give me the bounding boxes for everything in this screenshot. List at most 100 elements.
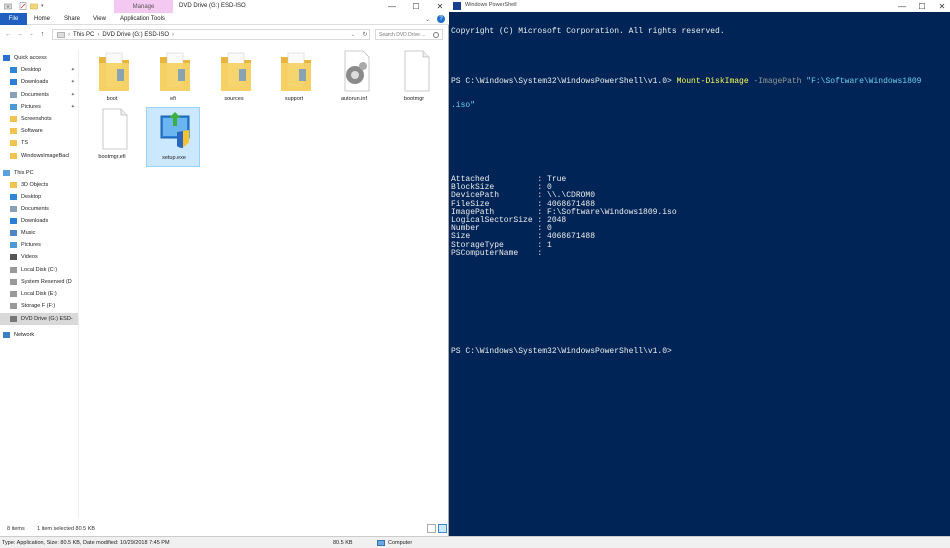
sidebar-item-software[interactable]: Software xyxy=(0,125,78,137)
folder-icon xyxy=(10,128,17,134)
sidebar-item-pictures[interactable]: Pictures xyxy=(0,239,78,251)
forward-button[interactable]: → xyxy=(15,29,24,39)
breadcrumb-dvd-drive[interactable]: DVD Drive (G:) ESD-ISO xyxy=(102,32,169,38)
sidebar-item-quick-access[interactable]: Quick access xyxy=(0,52,78,64)
sidebar-item-pictures[interactable]: Pictures ✦ xyxy=(0,101,78,113)
tab-view[interactable]: View xyxy=(93,13,106,25)
sidebar-item-system-reserved-d[interactable]: System Reserved (D xyxy=(0,276,78,288)
output-line: PSComputerName : xyxy=(451,248,543,258)
sidebar-item-desktop[interactable]: Desktop ✦ xyxy=(0,64,78,76)
recent-locations-icon[interactable]: ⌄ xyxy=(27,29,36,39)
new-folder-icon[interactable] xyxy=(30,2,38,10)
file-item-bootmgr-efi[interactable]: bootmgr.efi xyxy=(85,107,139,167)
desktop-icon xyxy=(10,67,17,73)
maximize-button[interactable]: ☐ xyxy=(404,0,428,13)
sidebar-item-windowsimagebacl[interactable]: WindowsImageBacl xyxy=(0,150,78,162)
file-list: boot efi sources support autorun.inf bootmgr b… xyxy=(79,49,449,519)
sidebar-item-screenshots[interactable]: Screenshots xyxy=(0,113,78,125)
help-icon[interactable]: ? xyxy=(437,15,445,23)
drive-icon xyxy=(10,279,17,285)
properties-icon[interactable] xyxy=(19,2,27,10)
dvd-icon xyxy=(10,316,17,322)
file-name: bootmgr.efi xyxy=(98,154,126,160)
sidebar-item-downloads[interactable]: Downloads xyxy=(0,215,78,227)
address-field[interactable]: › This PC › DVD Drive (G:) ESD-ISO › ⌄ xyxy=(52,29,370,40)
sidebar-item-label: Downloads xyxy=(21,79,49,85)
file-item-support[interactable]: support xyxy=(267,49,321,109)
sidebar-item-label: Desktop xyxy=(21,194,42,200)
command-param: -ImagePath xyxy=(748,76,807,86)
ps-close-button[interactable]: ✕ xyxy=(930,0,950,12)
status-item-count: 8 items xyxy=(7,525,25,532)
sidebar-item-label: Pictures xyxy=(21,242,41,248)
minimize-button[interactable]: — xyxy=(380,0,404,13)
search-input[interactable]: Search DVD Drive ... xyxy=(375,29,443,40)
large-icons-view-icon[interactable] xyxy=(438,524,447,533)
breadcrumb-this-pc[interactable]: This PC xyxy=(73,32,94,38)
file-item-boot[interactable]: boot xyxy=(85,49,139,109)
details-location: Computer xyxy=(388,539,413,546)
file-name: bootmgr xyxy=(403,96,425,102)
tab-application-tools[interactable]: Application Tools xyxy=(120,13,165,25)
manage-context-tab[interactable]: Manage xyxy=(114,0,173,14)
back-button[interactable]: ← xyxy=(4,29,13,39)
sidebar-item-dvd-drive-g-esd[interactable]: DVD Drive (G:) ESD- xyxy=(0,313,78,325)
sidebar-item-music[interactable]: Music xyxy=(0,227,78,239)
expand-ribbon-icon[interactable]: ⌄ xyxy=(425,16,430,23)
powershell-icon xyxy=(453,2,461,10)
qat-dropdown-icon[interactable]: ▾ xyxy=(41,3,44,9)
documents-icon xyxy=(10,92,17,98)
final-prompt: PS C:\Windows\System32\WindowsPowerShell… xyxy=(451,347,672,357)
sidebar-item-label: Pictures xyxy=(21,104,41,110)
sidebar-item-label: DVD Drive (G:) ESD- xyxy=(21,316,73,322)
breadcrumb-separator-icon: › xyxy=(97,31,100,38)
sidebar-item-desktop[interactable]: Desktop xyxy=(0,191,78,203)
sidebar-item-documents[interactable]: Documents ✦ xyxy=(0,89,78,101)
up-button[interactable]: ↑ xyxy=(38,29,47,39)
sidebar-item-local-disk-c[interactable]: Local Disk (C:) xyxy=(0,264,78,276)
settings-file-icon xyxy=(344,50,370,92)
file-item-setup-exe[interactable]: setup.exe xyxy=(146,107,200,167)
prompt: PS C:\Windows\System32\WindowsPowerShell… xyxy=(451,76,677,86)
file-item-autorun-inf[interactable]: autorun.inf xyxy=(327,49,381,109)
pin-icon: ✦ xyxy=(70,79,75,85)
file-item-sources[interactable]: sources xyxy=(207,49,261,109)
download-icon xyxy=(10,79,17,85)
sidebar-item-network[interactable]: Network xyxy=(0,329,78,341)
window-title: DVD Drive (G:) ESD-ISO xyxy=(179,3,246,9)
sidebar-item-label: Local Disk (C:) xyxy=(21,267,58,273)
folder-icon xyxy=(10,182,17,188)
computer-icon xyxy=(3,170,10,176)
sidebar-item-videos[interactable]: Videos xyxy=(0,251,78,263)
refresh-icon[interactable]: ↻ xyxy=(360,29,370,40)
music-icon xyxy=(10,230,17,236)
explorer-titlebar: ▾ Manage DVD Drive (G:) ESD-ISO — ☐ ✕ xyxy=(0,0,449,14)
file-name: sources xyxy=(224,96,244,102)
tab-file[interactable]: File xyxy=(0,13,27,25)
address-dropdown-icon[interactable]: ⌄ xyxy=(351,32,355,38)
powershell-console[interactable]: Copyright (C) Microsoft Corporation. All… xyxy=(451,12,950,373)
sidebar-item-label: This PC xyxy=(14,170,34,176)
pictures-icon xyxy=(10,242,17,248)
sidebar-item-label: System Reserved (D xyxy=(21,279,72,285)
sidebar-item-documents[interactable]: Documents xyxy=(0,203,78,215)
computer-icon xyxy=(377,539,385,546)
download-icon xyxy=(10,218,17,224)
desktop-icon xyxy=(10,194,17,200)
sidebar-item-label: Local Disk (E:) xyxy=(21,291,57,297)
details-view-icon[interactable] xyxy=(427,524,436,533)
folder-icon xyxy=(221,52,251,91)
sidebar-item-3d-objects[interactable]: 3D Objects xyxy=(0,179,78,191)
sidebar-item-downloads[interactable]: Downloads ✦ xyxy=(0,76,78,88)
sidebar-item-storage-f-f[interactable]: Storage F (F:) xyxy=(0,300,78,312)
sidebar-item-this-pc[interactable]: This PC xyxy=(0,167,78,179)
breadcrumb-separator-icon: › xyxy=(68,31,70,38)
file-item-efi[interactable]: efi xyxy=(146,49,200,109)
file-item-bootmgr[interactable]: bootmgr xyxy=(387,49,441,109)
tab-share[interactable]: Share xyxy=(64,13,80,25)
blank-file-icon xyxy=(102,108,128,150)
sidebar-item-ts[interactable]: TS xyxy=(0,137,78,149)
sidebar-item-local-disk-e[interactable]: Local Disk (E:) xyxy=(0,288,78,300)
search-icon xyxy=(433,32,439,38)
tab-home[interactable]: Home xyxy=(34,13,50,25)
